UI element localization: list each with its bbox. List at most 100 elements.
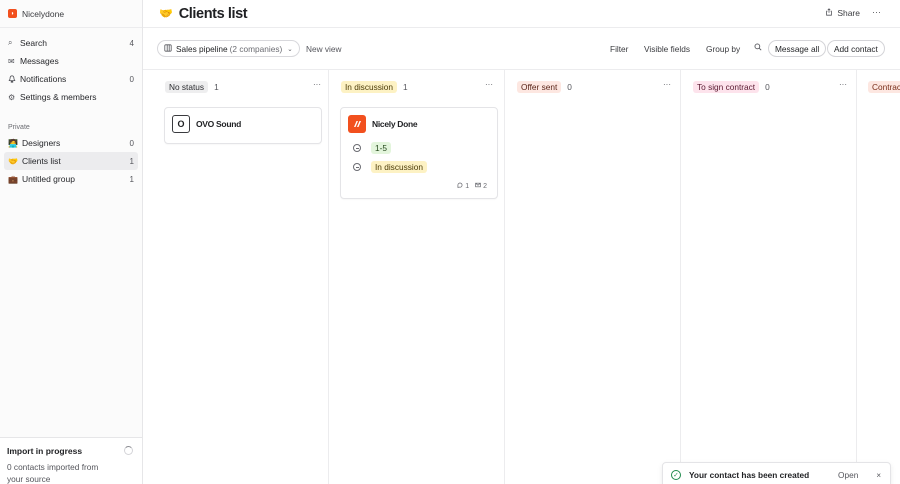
card-ovo-sound[interactable]: O OVO Sound	[164, 107, 322, 144]
column-header: No status 1 ···	[165, 80, 321, 93]
kanban-board: No status 1 ··· O OVO Sound In discussio…	[143, 70, 900, 484]
column-count: 0	[765, 81, 770, 92]
sidebar-nav: ⌕ Search 4 ✉ Messages Notifications 0 ⚙ …	[0, 28, 142, 106]
column-header: To sign contract 0 ···	[693, 80, 847, 93]
designers-emoji-icon: 🧑‍💻	[8, 138, 18, 148]
new-view-button[interactable]: New view	[306, 44, 342, 54]
sidebar-item-count: 0	[129, 74, 134, 84]
nicely-done-logo-icon	[348, 115, 366, 133]
sidebar-item-settings[interactable]: ⚙ Settings & members	[0, 88, 142, 106]
status-tag: Contrac	[868, 80, 900, 93]
add-contact-button[interactable]: Add contact	[827, 40, 885, 57]
more-options-icon[interactable]: ···	[872, 7, 881, 17]
status-tag: Offer sent	[517, 80, 562, 93]
column-offer-sent: Offer sent 0 ···	[509, 70, 679, 484]
sidebar-item-count: 1	[129, 156, 134, 166]
briefcase-emoji-icon: 💼	[8, 174, 18, 184]
share-button[interactable]: Share	[825, 8, 860, 18]
import-progress-panel: Import in progress 0 contacts imported f…	[0, 437, 142, 484]
visible-fields-button[interactable]: Visible fields	[644, 44, 690, 54]
bell-icon	[8, 75, 20, 83]
field-company-size[interactable]: 1-5	[353, 142, 391, 154]
field-icon	[353, 163, 361, 171]
import-title: Import in progress	[7, 446, 83, 456]
sidebar-item-count: 0	[129, 138, 134, 148]
company-name: Nicely Done	[372, 119, 418, 129]
card-nicely-done[interactable]: Nicely Done 1-5 In discussion 1 2	[340, 107, 498, 199]
column-in-discussion: In discussion 1 ··· Nicely Done 1-5 In d…	[333, 70, 501, 484]
workspace-logo-icon: ◗	[8, 9, 17, 18]
status-tag: To sign contract	[693, 80, 760, 93]
field-icon	[353, 144, 361, 152]
sidebar-item-clients-list[interactable]: 🤝 Clients list 1	[4, 152, 138, 170]
toast-message: Your contact has been created	[689, 470, 810, 480]
column-to-sign-contract: To sign contract 0 ···	[685, 70, 855, 484]
private-section-title: Private	[8, 123, 30, 131]
sidebar-item-search[interactable]: ⌕ Search 4	[0, 34, 142, 52]
gear-icon: ⚙	[8, 92, 16, 102]
status-tag: In discussion	[371, 161, 427, 173]
column-count: 1	[214, 81, 219, 92]
view-toolbar: Sales pipeline (2 companies) ⌄ New view …	[143, 28, 900, 70]
sidebar-item-notifications[interactable]: Notifications 0	[0, 70, 142, 88]
sidebar-item-label: Settings & members	[20, 92, 97, 102]
sidebar-item-label: Search	[20, 38, 47, 48]
company-avatar: O	[172, 115, 190, 133]
share-label: Share	[837, 8, 860, 18]
message-count-value: 2	[483, 183, 487, 190]
column-count: 1	[402, 81, 408, 92]
share-icon	[825, 8, 833, 18]
sidebar-item-messages[interactable]: ✉ Messages	[0, 52, 142, 70]
company-size-tag: 1-5	[371, 142, 391, 154]
column-more-icon[interactable]: ···	[313, 80, 321, 89]
chevron-down-icon: ⌄	[287, 45, 293, 53]
search-icon[interactable]	[754, 43, 762, 53]
comments-count[interactable]: 1	[457, 182, 469, 190]
page-title: Clients list	[178, 5, 248, 22]
mail-icon: ✉	[8, 56, 15, 66]
toast-open-button[interactable]: Open	[838, 470, 858, 480]
message-all-button[interactable]: Message all	[768, 40, 827, 57]
column-more-icon[interactable]: ···	[663, 80, 671, 89]
view-name: Sales pipeline	[176, 43, 228, 54]
close-icon[interactable]: ×	[876, 471, 881, 480]
check-circle-icon: ✓	[671, 470, 681, 480]
messages-count[interactable]: 2	[475, 182, 487, 190]
column-count: 0	[567, 81, 572, 92]
status-tag: No status	[165, 80, 209, 93]
column-contract: Contrac	[861, 70, 900, 484]
column-divider	[328, 70, 329, 484]
toast-notification: ✓ Your contact has been created Open ×	[662, 462, 891, 484]
column-header: Offer sent 0 ···	[517, 80, 671, 93]
filter-button[interactable]: Filter	[610, 44, 628, 54]
comment-count-value: 1	[465, 183, 470, 190]
column-divider	[856, 70, 857, 484]
sidebar-item-untitled-group[interactable]: 💼 Untitled group 1	[0, 170, 142, 188]
workspace-name: Nicelydone	[22, 8, 65, 19]
column-header: In discussion 1 ···	[341, 80, 493, 93]
column-no-status: No status 1 ··· O OVO Sound	[157, 70, 329, 484]
column-more-icon[interactable]: ···	[839, 80, 847, 89]
handshake-emoji-icon: 🤝	[159, 8, 173, 20]
company-name: OVO Sound	[196, 119, 241, 129]
loading-spinner-icon	[124, 446, 133, 455]
handshake-emoji-icon: 🤝	[8, 156, 18, 166]
sidebar-item-designers[interactable]: 🧑‍💻 Designers 0	[0, 134, 142, 152]
board-view-icon	[164, 43, 172, 54]
workspace-switcher[interactable]: ◗ Nicelydone	[0, 0, 142, 28]
column-header: Contrac	[868, 80, 900, 93]
column-more-icon[interactable]: ···	[485, 80, 493, 89]
column-divider	[680, 70, 681, 484]
field-status[interactable]: In discussion	[353, 161, 427, 173]
sidebar: ◗ Nicelydone ⌕ Search 4 ✉ Messages Notif…	[0, 0, 143, 484]
column-divider	[504, 70, 505, 484]
page-header: 🤝 Clients list Share ···	[143, 0, 900, 28]
sidebar-item-count: 4	[129, 38, 134, 48]
status-tag: In discussion	[341, 80, 397, 93]
card-footer: 1 2	[457, 182, 487, 190]
sidebar-item-label: Clients list	[22, 156, 61, 166]
sidebar-item-count: 1	[129, 174, 134, 184]
sidebar-item-label: Notifications	[20, 74, 67, 84]
group-by-button[interactable]: Group by	[706, 44, 740, 54]
view-selector[interactable]: Sales pipeline (2 companies) ⌄	[157, 40, 300, 57]
